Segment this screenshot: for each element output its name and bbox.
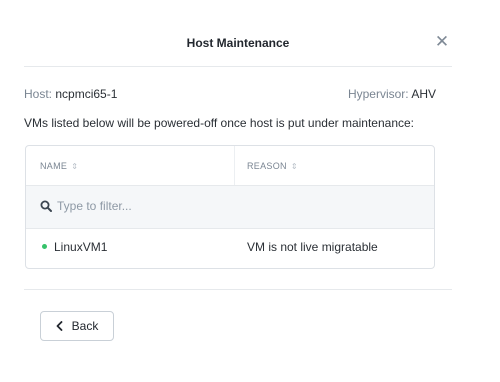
back-button-label: Back: [71, 319, 99, 333]
sort-icon[interactable]: ⇕: [71, 162, 78, 171]
host-maintenance-dialog: Host Maintenance ✕ Host: ncpmci65-1 Hype…: [0, 0, 500, 382]
dialog-header: Host Maintenance ✕: [24, 0, 452, 67]
column-divider: [234, 146, 235, 185]
table-row[interactable]: LinuxVM1 VM is not live migratable: [26, 229, 434, 267]
vm-table: NAME ⇕ REASON ⇕ LinuxVM1 VM is not live …: [25, 145, 435, 269]
dialog-title: Host Maintenance: [186, 36, 290, 50]
hypervisor-value: AHV: [411, 87, 436, 101]
close-icon[interactable]: ✕: [432, 31, 452, 51]
back-button[interactable]: Back: [40, 311, 114, 341]
column-header-name[interactable]: NAME ⇕: [40, 161, 78, 171]
filter-input[interactable]: [57, 197, 417, 215]
search-icon: [40, 200, 52, 212]
footer-divider: [24, 289, 452, 290]
host-info-row: Host: ncpmci65-1 Hypervisor: AHV: [24, 87, 436, 103]
sort-icon[interactable]: ⇕: [291, 162, 298, 171]
status-dot: [42, 244, 47, 249]
column-header-reason[interactable]: REASON ⇕: [247, 161, 298, 171]
table-header: NAME ⇕ REASON ⇕: [26, 146, 434, 186]
hypervisor-label: Hypervisor:: [347, 87, 409, 101]
maintenance-note: VMs listed below will be powered-off onc…: [24, 116, 414, 130]
chevron-left-icon: [56, 321, 63, 331]
vm-reason: VM is not live migratable: [247, 240, 378, 254]
vm-name: LinuxVM1: [54, 240, 108, 254]
host-label: Host:: [24, 87, 53, 101]
host-name: ncpmci65-1: [55, 87, 118, 101]
filter-row: [26, 186, 434, 229]
